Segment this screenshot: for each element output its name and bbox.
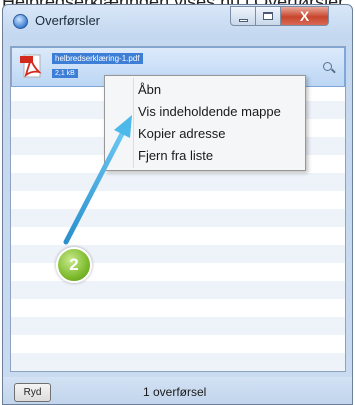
step-number-badge: 2 (56, 247, 92, 283)
title-bar: Overførsler X (3, 5, 352, 35)
window-title: Overførsler (35, 13, 100, 28)
file-name[interactable]: helbredserklæring-1.pdf (52, 53, 143, 64)
downloads-window: Overførsler X helbredserklæring-1.pdf 2,… (2, 4, 353, 405)
menu-item-copy-address[interactable]: Kopier adresse (105, 123, 305, 145)
downloads-app-icon (13, 14, 28, 29)
status-bar: Ryd 1 overførsel (3, 377, 352, 404)
minimize-button[interactable] (230, 6, 256, 26)
status-text: 1 overførsel (143, 385, 207, 399)
close-button[interactable]: X (281, 6, 329, 26)
search-icon[interactable] (323, 62, 332, 71)
menu-item-open[interactable]: Åbn (105, 79, 305, 101)
context-menu: Åbn Vis indeholdende mappe Kopier adress… (104, 75, 306, 171)
close-icon: X (299, 8, 310, 24)
minimize-icon (238, 18, 248, 22)
menu-item-remove-from-list[interactable]: Fjern fra liste (105, 145, 305, 167)
maximize-button[interactable] (256, 6, 281, 26)
menu-item-show-containing-folder[interactable]: Vis indeholdende mappe (105, 101, 305, 123)
maximize-icon (263, 12, 273, 20)
clear-list-button[interactable]: Ryd (14, 383, 51, 402)
pdf-icon (20, 54, 42, 78)
file-size: 2,1 kB (52, 69, 78, 78)
